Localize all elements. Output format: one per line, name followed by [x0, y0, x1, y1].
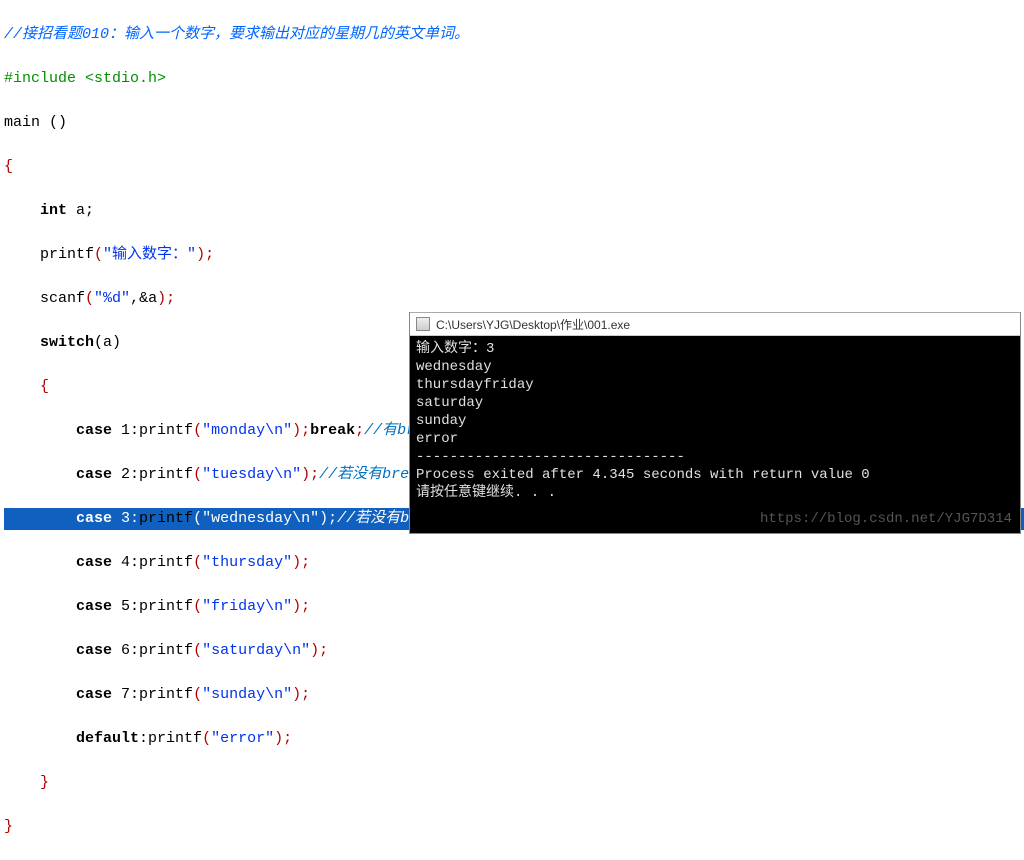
- console-window: C:\Users\YJG\Desktop\作业\001.exe 输入数字：3 w…: [409, 312, 1021, 534]
- brace-open: {: [4, 158, 13, 175]
- include-line: #include <stdio.h>: [4, 70, 166, 87]
- console-line: 请按任意键继续. . .: [416, 485, 556, 501]
- main-line: main (): [4, 114, 67, 131]
- console-title: C:\Users\YJG\Desktop\作业\001.exe: [436, 316, 630, 333]
- console-body[interactable]: 输入数字：3 wednesday thursdayfriday saturday…: [410, 336, 1020, 506]
- console-line: Process exited after 4.345 seconds with …: [416, 467, 870, 483]
- console-line: --------------------------------: [416, 449, 685, 465]
- console-line: 输入数字：3: [416, 341, 494, 357]
- int-kw: int: [40, 202, 67, 219]
- console-line: thursdayfriday: [416, 377, 534, 393]
- brace-close: }: [4, 818, 13, 835]
- watermark: https://blog.csdn.net/YJG7D314: [760, 511, 1012, 527]
- console-line: sunday: [416, 413, 466, 429]
- switch-brace-close: }: [40, 774, 49, 791]
- console-line: saturday: [416, 395, 483, 411]
- console-line: error: [416, 431, 458, 447]
- console-line: wednesday: [416, 359, 492, 375]
- switch-brace-open: {: [40, 378, 49, 395]
- app-icon: [416, 317, 430, 331]
- comment-line: //接招看题010：输入一个数字，要求输出对应的星期几的英文单词。: [4, 26, 469, 43]
- console-title-bar[interactable]: C:\Users\YJG\Desktop\作业\001.exe: [410, 312, 1020, 336]
